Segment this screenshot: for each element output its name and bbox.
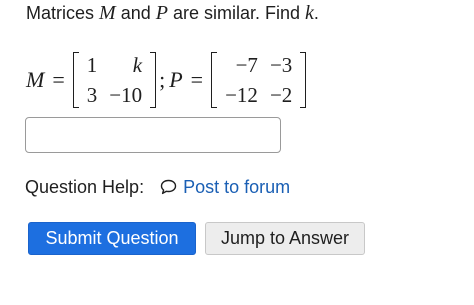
math-var-p: P xyxy=(155,2,168,24)
question-prompt: Matrices M and P are similar. Find k. xyxy=(26,0,319,26)
left-bracket xyxy=(211,52,218,108)
prompt-text: are similar. Find xyxy=(167,3,305,23)
question-help: Question Help: Post to forum xyxy=(25,174,290,200)
matrix-equation: M = 1 k 3 −10 ; P = −7 −3 −12 −2 xyxy=(26,48,307,112)
matrix-m-cell: 1 xyxy=(86,53,98,77)
matrix-m-cell: 3 xyxy=(86,83,98,107)
matrix-p-cell: −7 xyxy=(235,53,258,77)
speech-bubble-icon xyxy=(160,179,177,195)
equals-sign: = xyxy=(190,67,204,92)
matrix-p: −7 −3 −12 −2 xyxy=(211,50,307,110)
prompt-text: and xyxy=(115,3,156,23)
prompt-text: Matrices xyxy=(26,3,100,23)
submit-question-button[interactable]: Submit Question xyxy=(28,222,196,255)
matrix-p-symbol: P xyxy=(169,67,183,92)
matrix-m: 1 k 3 −10 xyxy=(72,50,157,110)
prompt-period: . xyxy=(313,3,319,23)
matrix-m-cell: −10 xyxy=(109,83,143,107)
right-bracket xyxy=(150,52,157,108)
separator: ; xyxy=(159,67,166,92)
math-var-m: M xyxy=(99,2,116,24)
matrix-m-symbol: M xyxy=(26,67,45,92)
question-help-label: Question Help: xyxy=(25,176,145,197)
matrix-p-cell: −3 xyxy=(269,53,293,77)
equals-sign: = xyxy=(52,67,65,92)
right-bracket xyxy=(300,52,307,108)
matrix-m-cell: k xyxy=(132,53,143,77)
jump-to-answer-button[interactable]: Jump to Answer xyxy=(205,222,365,255)
math-var-k: k xyxy=(305,2,314,24)
matrix-p-cell: −12 xyxy=(225,83,258,107)
left-bracket xyxy=(72,52,79,108)
answer-input[interactable] xyxy=(25,117,281,153)
post-to-forum-link[interactable]: Post to forum xyxy=(160,177,290,198)
post-to-forum-label: Post to forum xyxy=(183,176,291,197)
matrix-p-cell: −2 xyxy=(269,83,293,107)
